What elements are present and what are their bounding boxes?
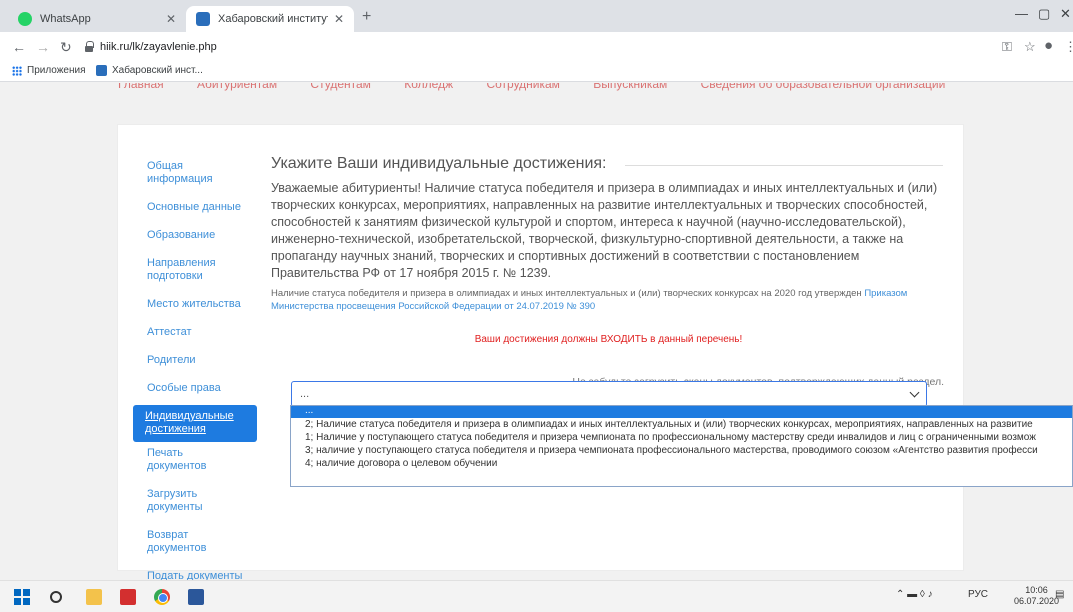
- network-icon[interactable]: ⌃ ▬ ◊ ♪: [896, 589, 933, 600]
- achievements-section: Укажите Ваши индивидуальные достижения: …: [271, 155, 946, 388]
- tab-title: WhatsApp: [40, 13, 91, 25]
- address-bar[interactable]: hiik.ru/lk/zayavlenie.php: [84, 36, 964, 58]
- tab-hiik[interactable]: Хабаровский институт инфокоммуникаций ✕: [186, 6, 354, 32]
- clock-time: 10:06: [1025, 585, 1048, 595]
- windows-start-icon[interactable]: [14, 589, 30, 605]
- hiik-icon: [96, 65, 107, 76]
- chevron-down-icon: [909, 387, 920, 398]
- sidebar-item-print[interactable]: Печать документов: [135, 442, 255, 483]
- menu-icon[interactable]: ⋮: [1064, 39, 1073, 55]
- maximize-icon[interactable]: ▢: [1038, 6, 1050, 22]
- sidebar-item-main-data[interactable]: Основные данные: [135, 196, 255, 224]
- sidebar-item-education[interactable]: Образование: [135, 224, 255, 252]
- apps-grid-icon: [12, 65, 22, 76]
- sidebar: Общая информация Основные данные Образов…: [133, 155, 257, 580]
- key-icon[interactable]: ⚿: [1002, 39, 1012, 55]
- word-icon[interactable]: [188, 589, 204, 605]
- close-tab-icon[interactable]: ✕: [334, 12, 344, 26]
- file-explorer-icon[interactable]: [86, 589, 102, 605]
- section-title: Укажите Ваши индивидуальные достижения:: [271, 155, 613, 173]
- note-paragraph: Наличие статуса победителя и призера в о…: [271, 287, 946, 313]
- bookmark-hiik[interactable]: Хабаровский инст...: [96, 65, 203, 76]
- bookmark-label: Приложения: [27, 65, 86, 76]
- lock-icon: [84, 41, 94, 53]
- browser-tab-bar: WhatsApp ✕ Хабаровский институт инфокомм…: [0, 0, 1073, 32]
- sidebar-item-special-rights[interactable]: Особые права: [135, 377, 255, 405]
- acrobat-icon[interactable]: [120, 589, 136, 605]
- reload-icon[interactable]: ↻: [60, 39, 72, 56]
- hiik-icon: [196, 12, 210, 26]
- clock-date: 06.07.2020: [1014, 596, 1060, 606]
- tab-whatsapp[interactable]: WhatsApp ✕: [8, 6, 186, 32]
- select-option[interactable]: ...: [291, 406, 1072, 418]
- sidebar-item-return[interactable]: Возврат документов: [135, 524, 255, 565]
- bookmarks-bar: Приложения Хабаровский инст...: [0, 62, 1073, 82]
- sidebar-item-residence[interactable]: Место жительства: [135, 293, 255, 321]
- legend-divider: [625, 165, 943, 166]
- sidebar-item-parents[interactable]: Родители: [135, 349, 255, 377]
- bookmark-label: Хабаровский инст...: [112, 65, 203, 76]
- browser-toolbar: ← → ↻ hiik.ru/lk/zayavlenie.php ⚿ ☆ ● ⋮: [0, 32, 1073, 62]
- sidebar-item-directions[interactable]: Направления подготовки: [135, 252, 255, 293]
- account-icon[interactable]: ●: [1044, 37, 1053, 54]
- sidebar-item-submit[interactable]: Подать документы: [135, 565, 255, 580]
- sidebar-item-upload[interactable]: Загрузить документы: [135, 483, 255, 524]
- tab-title: Хабаровский институт инфокоммуникаций: [218, 13, 328, 25]
- site-nav-item[interactable]: Сведения об образовательной организации: [701, 83, 946, 91]
- select-option[interactable]: 4; наличие договора о целевом обучении: [291, 457, 1072, 470]
- application-card: Общая информация Основные данные Образов…: [117, 124, 964, 580]
- select-value: ...: [300, 388, 310, 400]
- select-option[interactable]: 2; Наличие статуса победителя и призера …: [291, 418, 1072, 431]
- achievements-options-list: ... 2; Наличие статуса победителя и приз…: [290, 405, 1073, 487]
- sidebar-item-general[interactable]: Общая информация: [135, 155, 255, 196]
- site-nav-item[interactable]: Студентам: [310, 83, 371, 91]
- site-nav-item[interactable]: Абитуриентам: [197, 83, 277, 91]
- site-nav-item[interactable]: Главная: [118, 83, 164, 91]
- bookmark-apps[interactable]: Приложения: [12, 65, 86, 76]
- select-option[interactable]: 3; наличие у поступающего статуса победи…: [291, 444, 1072, 457]
- search-icon[interactable]: [50, 591, 62, 603]
- sidebar-item-achievements[interactable]: Индивидуальные достижения: [133, 405, 257, 442]
- site-nav: Главная Абитуриентам Студентам Колледж С…: [118, 83, 975, 91]
- page: Главная Абитуриентам Студентам Колледж С…: [0, 83, 1073, 580]
- site-nav-item[interactable]: Выпускникам: [593, 83, 667, 91]
- chrome-icon[interactable]: [154, 589, 170, 605]
- language-indicator[interactable]: РУС: [968, 589, 988, 600]
- lead-paragraph: Уважаемые абитуриенты! Наличие статуса п…: [271, 181, 938, 280]
- note-text: Наличие статуса победителя и призера в о…: [271, 288, 862, 299]
- new-tab-icon[interactable]: +: [362, 8, 371, 26]
- back-icon[interactable]: ←: [12, 39, 26, 55]
- site-nav-item[interactable]: Сотрудникам: [486, 83, 559, 91]
- star-icon[interactable]: ☆: [1024, 39, 1036, 55]
- site-nav-item[interactable]: Колледж: [404, 83, 453, 91]
- whatsapp-icon: [18, 12, 32, 26]
- forward-icon[interactable]: →: [36, 39, 50, 55]
- achievements-select[interactable]: ...: [291, 381, 927, 407]
- url-text: hiik.ru/lk/zayavlenie.php: [100, 41, 217, 53]
- select-option[interactable]: 1; Наличие у поступающего статуса победи…: [291, 431, 1072, 444]
- minimize-icon[interactable]: —: [1015, 6, 1028, 21]
- taskbar: ⌃ ▬ ◊ ♪ РУС 10:06 06.07.2020 ▤: [0, 580, 1073, 612]
- sidebar-item-certificate[interactable]: Аттестат: [135, 321, 255, 349]
- close-window-icon[interactable]: ✕: [1060, 6, 1071, 22]
- close-tab-icon[interactable]: ✕: [166, 12, 176, 26]
- warning-text: Ваши достижения должны ВХОДИТЬ в данный …: [474, 334, 743, 345]
- notifications-icon[interactable]: ▤: [1055, 589, 1064, 600]
- clock[interactable]: 10:06 06.07.2020: [1014, 585, 1059, 607]
